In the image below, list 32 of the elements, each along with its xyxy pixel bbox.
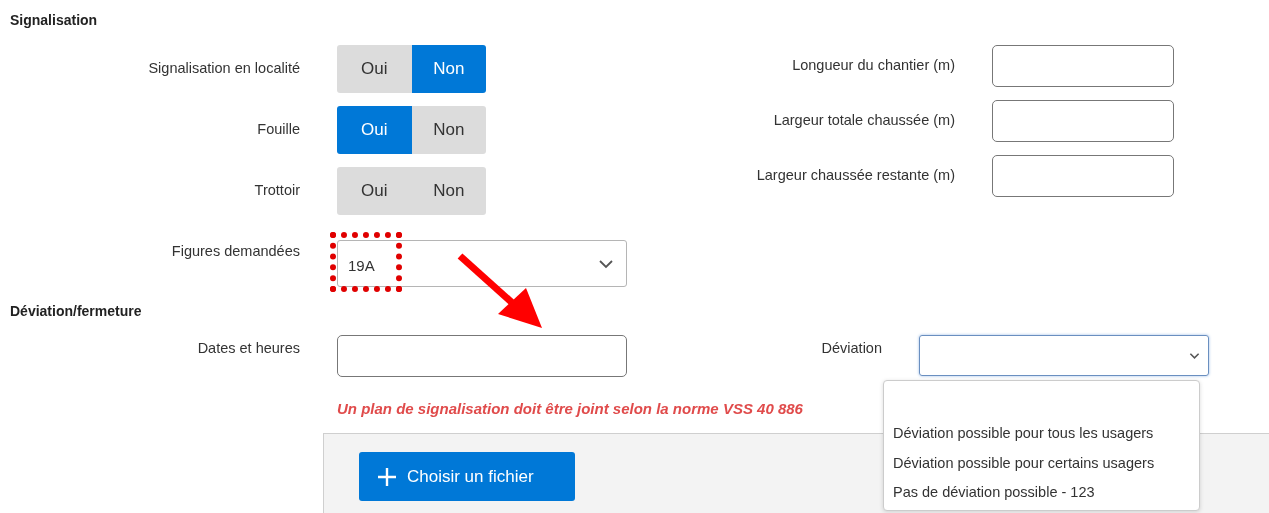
input-field[interactable] [992, 45, 1174, 87]
field-label: Signalisation en localité [147, 59, 300, 78]
toggle-option[interactable]: Non [411, 106, 486, 154]
input-field[interactable] [337, 335, 627, 377]
highlight-frame [330, 232, 402, 292]
toggle-option[interactable]: Non [411, 167, 486, 215]
field-label: Trottoir [253, 181, 300, 200]
field-label: Largeur chaussée restante (m) [755, 166, 955, 185]
toggle-option[interactable]: Oui [337, 167, 412, 215]
field-label: Dates et heures [196, 339, 300, 358]
figures-select[interactable]: 19A [337, 240, 627, 287]
section-heading: Signalisation [9, 11, 99, 30]
field-label: Déviation [820, 339, 882, 358]
dropdown-option[interactable]: Déviation possible pour certains usagers [884, 450, 1199, 480]
chevron-down-icon [1189, 351, 1200, 360]
field-label: Fouille [256, 120, 300, 139]
upload-button[interactable]: Choisir un fichier [359, 452, 575, 501]
input-field[interactable] [992, 155, 1174, 197]
warning-text: Un plan de signalisation doit être joint selon la norme VSS 40 886 [337, 400, 803, 417]
field-label: Longueur du chantier (m) [791, 56, 955, 75]
field-label: Largeur totale chaussée (m) [772, 111, 955, 130]
toggle-option[interactable]: Non [411, 45, 486, 93]
toggle-option[interactable]: Oui [337, 45, 412, 93]
field-label: Figures demandées [170, 242, 300, 261]
toggle-option[interactable]: Oui [337, 106, 412, 154]
deviation-select[interactable] [919, 335, 1209, 376]
input-field[interactable] [992, 100, 1174, 142]
chevron-down-icon [598, 258, 614, 269]
dropdown-option[interactable]: Pas de déviation possible - 123 [884, 480, 1199, 510]
section-heading: Déviation/fermeture [9, 302, 143, 321]
dropdown-option[interactable]: Déviation possible pour tous les usagers [884, 421, 1199, 451]
plus-icon [377, 466, 397, 487]
